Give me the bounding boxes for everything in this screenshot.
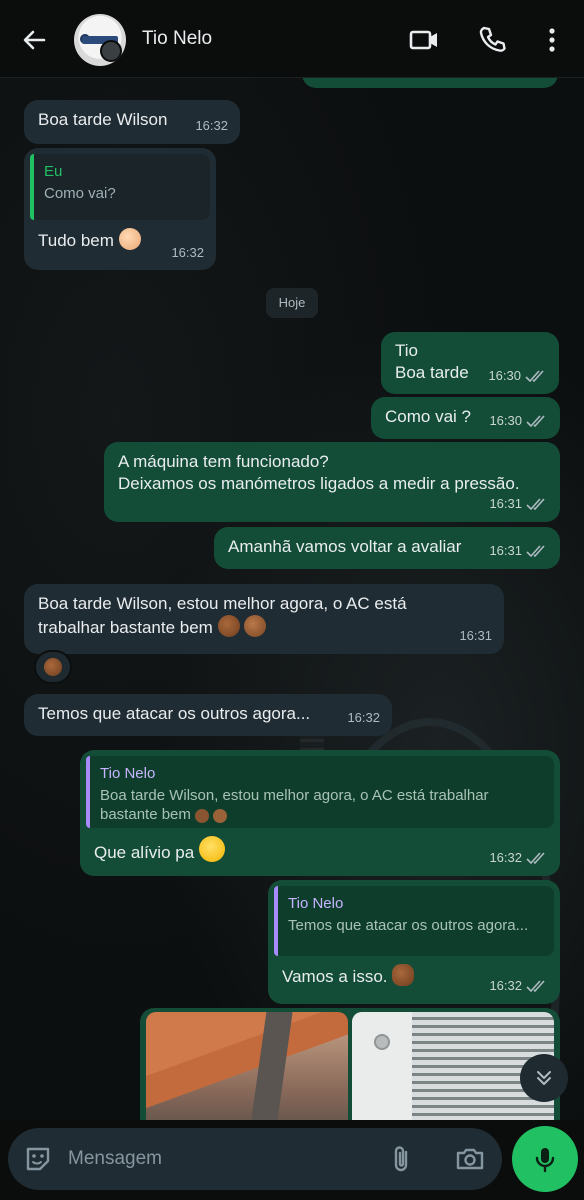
mic-icon xyxy=(535,1148,555,1173)
message-time: 16:32 xyxy=(347,710,380,725)
message-meta: 16:31 xyxy=(489,540,548,562)
message-text: Boa tarde Wilson xyxy=(38,110,168,129)
message-reaction[interactable] xyxy=(34,650,72,684)
photo-thumbnail[interactable] xyxy=(146,1012,348,1120)
message-text: Vamos a isso. xyxy=(282,967,388,986)
attach-icon[interactable] xyxy=(386,1143,418,1175)
ok-hand-emoji-icon xyxy=(244,615,267,637)
message-line-1: Boa tarde Wilson, estou melhor agora, o … xyxy=(38,594,407,613)
chat-messages[interactable]: Boa tarde Wilson 16:32 Eu Como vai? Tudo… xyxy=(0,78,584,1120)
message-bubble-outgoing[interactable]: A máquina tem funcionado? Deixamos os ma… xyxy=(104,442,560,522)
message-text: Temos que atacar os outros agora... xyxy=(38,704,311,723)
message-bubble-incoming[interactable]: Boa tarde Wilson 16:32 xyxy=(24,100,240,144)
message-time: 16:31 xyxy=(489,496,522,511)
photo-screw xyxy=(374,1034,390,1050)
photo-pipe xyxy=(244,1012,294,1120)
quote-author: Tio Nelo xyxy=(288,895,344,912)
double-check-icon xyxy=(526,545,545,558)
quote-text-line-2: bastante bem xyxy=(100,805,542,824)
quote-text-line-1: Boa tarde Wilson, estou melhor agora, o … xyxy=(100,787,489,804)
video-call-icon[interactable] xyxy=(408,24,440,56)
message-line-2-text: trabalhar bastante bem xyxy=(38,618,213,637)
message-line-2: trabalhar bastante bem xyxy=(38,615,490,639)
double-check-icon xyxy=(526,980,545,993)
avatar[interactable] xyxy=(74,14,126,66)
message-bubble-outgoing-reply[interactable]: Tio Nelo Boa tarde Wilson, estou melhor … xyxy=(80,750,560,876)
contact-name[interactable]: Tio Nelo xyxy=(142,28,212,50)
message-time: 16:30 xyxy=(489,413,522,428)
message-bubble-outgoing[interactable]: Amanhã vamos voltar a avaliar 16:31 xyxy=(214,527,560,569)
message-meta: 16:32 xyxy=(489,975,548,997)
message-time: 16:30 xyxy=(488,368,521,383)
message-bubble-outgoing[interactable]: Tio Boa tarde 16:30 xyxy=(381,332,559,394)
message-time: 16:31 xyxy=(459,628,492,643)
message-bubble-incoming[interactable]: Boa tarde Wilson, estou melhor agora, o … xyxy=(24,584,504,654)
quoted-message[interactable]: Eu Como vai? xyxy=(30,154,210,220)
grinning-face-emoji-icon xyxy=(198,836,225,862)
double-check-icon xyxy=(526,852,545,865)
message-time: 16:32 xyxy=(489,978,522,993)
sticker-icon[interactable] xyxy=(22,1143,54,1175)
double-check-icon xyxy=(526,498,545,511)
message-time: 16:32 xyxy=(171,245,204,260)
message-time: 16:31 xyxy=(489,543,522,558)
message-line-1: Tio xyxy=(395,341,418,360)
message-meta: 16:31 xyxy=(489,493,548,515)
quote-author: Eu xyxy=(44,163,63,180)
message-bubble-incoming-reply[interactable]: Eu Como vai? Tudo bem 16:32 xyxy=(24,148,216,270)
message-text: Tudo bem xyxy=(38,231,114,250)
message-line-2: Deixamos os manómetros ligados a medir a… xyxy=(118,474,520,493)
image-album-message[interactable] xyxy=(140,1008,560,1120)
date-divider: Hoje xyxy=(266,288,318,318)
message-text: Como vai ? xyxy=(385,407,471,426)
camera-icon[interactable] xyxy=(454,1143,486,1175)
back-arrow-icon[interactable] xyxy=(18,24,50,56)
more-options-icon[interactable] xyxy=(536,24,568,56)
composer-bar: Mensagem xyxy=(0,1120,584,1200)
quote-text: Temos que atacar os outros agora... xyxy=(288,917,529,934)
quote-text: Como vai? xyxy=(44,185,116,202)
quoted-message[interactable]: Tio Nelo Boa tarde Wilson, estou melhor … xyxy=(86,756,554,828)
partial-message-bubble[interactable] xyxy=(302,78,558,88)
scroll-down-button[interactable] xyxy=(520,1054,568,1102)
scroll-down-icon xyxy=(537,1071,551,1085)
message-meta: 16:32 xyxy=(489,847,548,869)
thumbs-up-emoji-icon xyxy=(44,658,62,676)
photo-panel xyxy=(352,1012,412,1120)
message-placeholder: Mensagem xyxy=(68,1148,162,1169)
message-meta: 16:30 xyxy=(489,410,548,432)
message-input[interactable]: Mensagem xyxy=(8,1128,502,1190)
double-check-icon xyxy=(525,370,544,383)
status-ring-icon xyxy=(100,40,122,62)
quote-author: Tio Nelo xyxy=(100,765,156,782)
thumbs-up-emoji-icon xyxy=(118,228,141,250)
message-text: Que alívio pa xyxy=(94,843,195,862)
ok-hand-emoji-icon xyxy=(213,809,228,823)
message-body: Que alívio pa xyxy=(86,836,554,864)
message-text: Amanhã vamos voltar a avaliar xyxy=(228,537,462,556)
message-time: 16:32 xyxy=(195,118,228,133)
message-bubble-incoming[interactable]: Temos que atacar os outros agora... 16:3… xyxy=(24,694,392,736)
double-check-icon xyxy=(526,415,545,428)
message-bubble-outgoing-reply[interactable]: Tio Nelo Temos que atacar os outros agor… xyxy=(268,880,560,1004)
quote-text-line-2-text: bastante bem xyxy=(100,806,191,823)
phone-icon[interactable] xyxy=(476,24,508,56)
message-meta: 16:30 xyxy=(488,365,547,387)
thumbs-up-emoji-icon xyxy=(217,615,240,637)
voice-message-button[interactable] xyxy=(512,1126,578,1192)
quoted-message[interactable]: Tio Nelo Temos que atacar os outros agor… xyxy=(274,886,554,956)
flexed-biceps-emoji-icon xyxy=(392,964,415,986)
chat-header: Tio Nelo xyxy=(0,0,584,78)
message-line-1: A máquina tem funcionado? xyxy=(118,452,329,471)
message-time: 16:32 xyxy=(489,850,522,865)
message-bubble-outgoing[interactable]: Como vai ? 16:30 xyxy=(371,397,560,439)
thumbs-up-emoji-icon xyxy=(195,809,210,823)
